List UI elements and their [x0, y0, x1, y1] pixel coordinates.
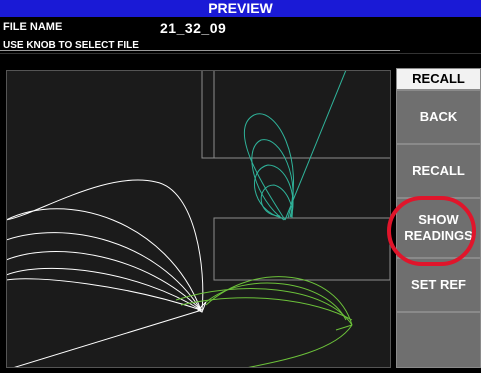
set-ref-button[interactable]: SET REF	[396, 258, 481, 312]
sidebar-title-label: RECALL	[412, 71, 465, 86]
file-name-value: 21_32_09	[160, 20, 227, 36]
hint-text: USE KNOB TO SELECT FILE	[3, 40, 139, 51]
back-button-label: BACK	[419, 109, 458, 124]
empty-button[interactable]	[396, 312, 481, 368]
highlight-circle	[387, 196, 476, 266]
file-name-label: FILE NAME	[3, 21, 63, 33]
signal-plot	[5, 69, 392, 371]
recall-button-label: RECALL	[412, 163, 465, 178]
preview-title-bar: PREVIEW	[0, 0, 481, 17]
file-info-bar: FILE NAME 21_32_09 USE KNOB TO SELECT FI…	[0, 17, 481, 54]
back-button[interactable]: BACK	[396, 90, 481, 144]
set-ref-button-label: SET REF	[411, 277, 466, 292]
plot-frame	[6, 70, 391, 368]
page-title: PREVIEW	[208, 0, 273, 16]
sidebar-title: RECALL	[396, 68, 481, 90]
recall-button[interactable]: RECALL	[396, 144, 481, 198]
